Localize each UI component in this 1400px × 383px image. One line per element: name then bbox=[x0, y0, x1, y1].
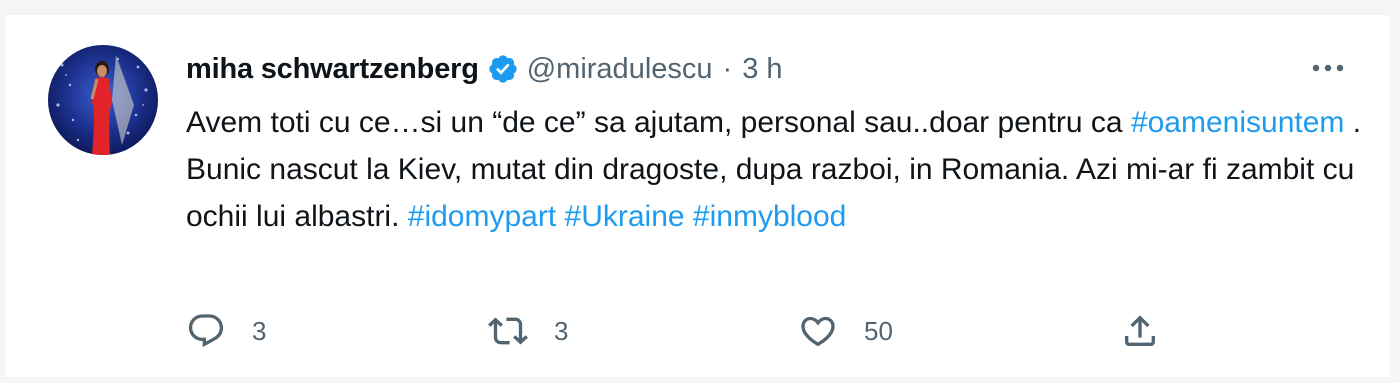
author-handle[interactable]: @miradulescu bbox=[527, 53, 713, 86]
tweet-text-segment bbox=[556, 200, 564, 233]
hashtag-link[interactable]: #inmyblood bbox=[693, 200, 846, 233]
separator-dot: · bbox=[722, 52, 733, 85]
tweet-card[interactable]: miha schwartzenberg @miradulescu · 3 h A… bbox=[6, 14, 1390, 378]
action-bar: 3 3 50 bbox=[186, 311, 1366, 351]
reply-button[interactable]: 3 bbox=[186, 311, 266, 351]
author-name[interactable]: miha schwartzenberg bbox=[186, 53, 479, 86]
more-dots-icon[interactable] bbox=[1306, 53, 1350, 83]
retweet-icon bbox=[488, 311, 528, 351]
hashtag-link[interactable]: #Ukraine bbox=[565, 200, 685, 233]
reply-count: 3 bbox=[252, 315, 267, 346]
share-icon bbox=[1120, 311, 1160, 351]
avatar[interactable] bbox=[48, 45, 158, 155]
timestamp[interactable]: 3 h bbox=[742, 53, 782, 86]
tweet-header: miha schwartzenberg @miradulescu · 3 h bbox=[186, 51, 783, 87]
retweet-count: 3 bbox=[554, 315, 569, 346]
like-button[interactable]: 50 bbox=[798, 311, 893, 351]
tweet-text-segment bbox=[685, 200, 693, 233]
tweet-text: Avem toti cu ce…si un “de ce” sa ajutam,… bbox=[186, 99, 1366, 240]
retweet-button[interactable]: 3 bbox=[488, 311, 568, 351]
verified-badge-icon bbox=[487, 53, 519, 85]
tweet-text-segment: Avem toti cu ce…si un “de ce” sa ajutam,… bbox=[186, 106, 1131, 139]
heart-icon bbox=[798, 311, 838, 351]
hashtag-link[interactable]: #idomypart bbox=[408, 200, 556, 233]
hashtag-link[interactable]: #oamenisuntem bbox=[1131, 106, 1344, 139]
share-button[interactable] bbox=[1120, 311, 1160, 351]
reply-icon bbox=[186, 311, 226, 351]
like-count: 50 bbox=[864, 315, 893, 346]
